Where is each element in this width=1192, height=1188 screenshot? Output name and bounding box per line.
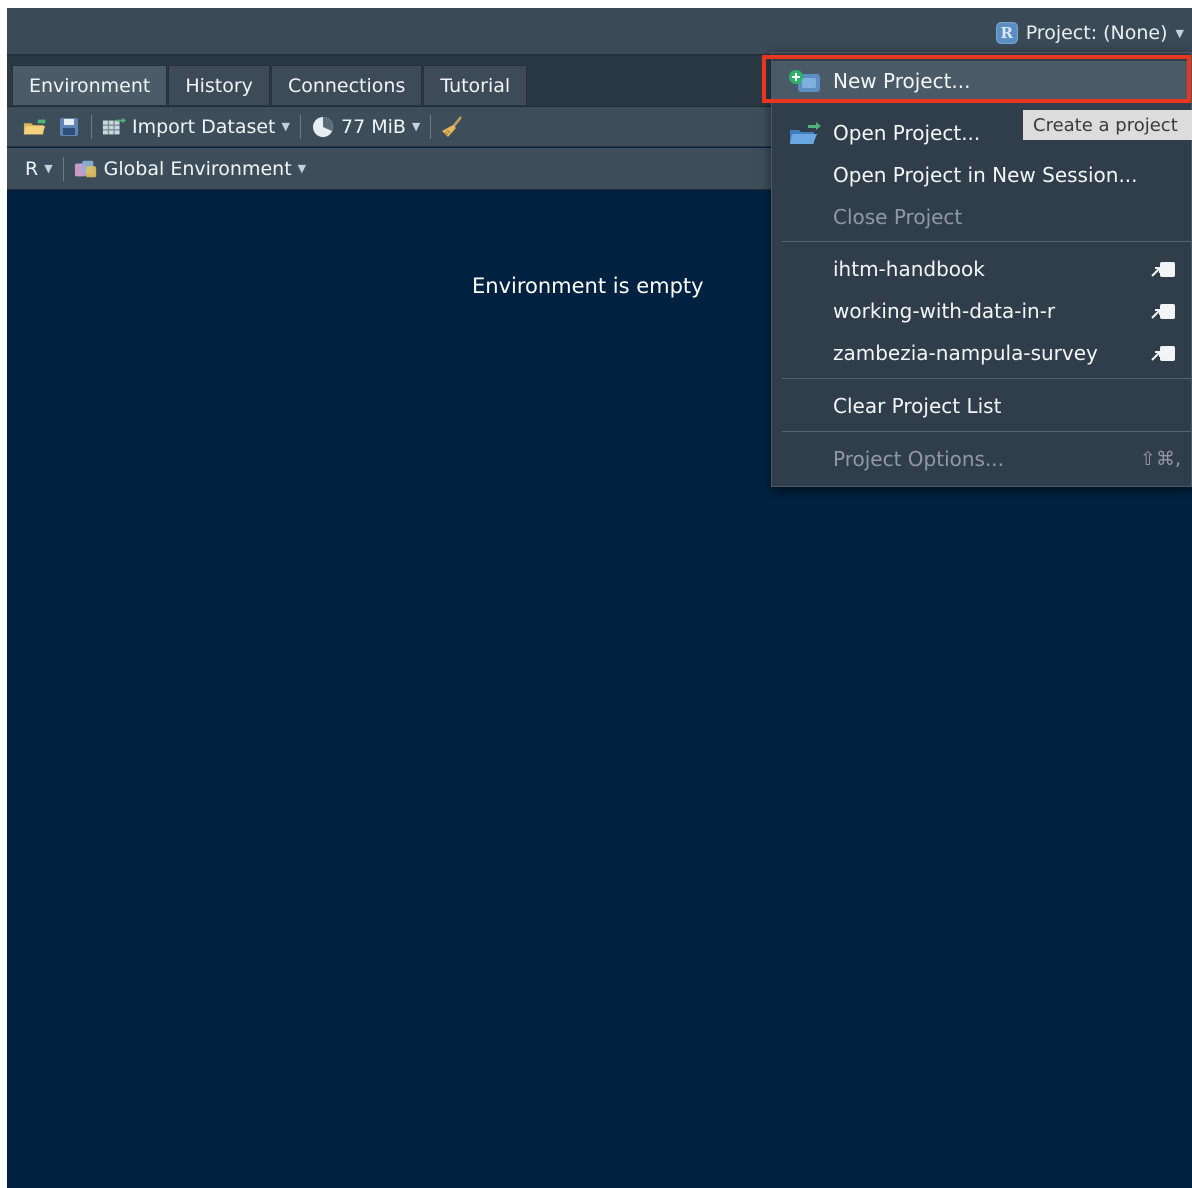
toolbar-divider	[430, 114, 432, 139]
menu-item-recent-project[interactable]: ihtm-handbook	[772, 249, 1191, 289]
tab-label: Environment	[29, 74, 151, 97]
menu-item-label: Close Project	[833, 205, 963, 229]
import-dataset-label: Import Dataset	[132, 115, 276, 138]
tab-tutorial[interactable]: Tutorial	[423, 65, 528, 105]
menu-item-project-options: Project Options... ⇧⌘,	[772, 439, 1191, 479]
menu-item-label: working-with-data-in-r	[833, 299, 1056, 323]
menu-item-label: Project Options...	[833, 447, 1005, 471]
menu-item-recent-project[interactable]: zambezia-nampula-survey	[772, 333, 1191, 373]
chevron-down-icon: ▼	[281, 120, 290, 133]
environment-selector[interactable]: Global Environment ▼	[74, 158, 306, 180]
menu-item-label: Clear Project List	[833, 394, 1002, 418]
menu-item-label: ihtm-handbook	[833, 257, 985, 281]
toolbar-divider	[91, 114, 92, 139]
project-menu-button[interactable]: R Project: (None) ▼	[995, 21, 1184, 45]
menu-divider	[782, 241, 1191, 242]
new-project-icon	[788, 70, 822, 94]
menu-item-close-project: Close Project	[772, 197, 1191, 237]
chevron-down-icon: ▼	[297, 162, 307, 175]
chevron-down-icon: ▼	[411, 120, 421, 133]
memory-usage-button[interactable]: 77 MiB ▼	[311, 116, 420, 138]
global-environment-icon	[74, 158, 98, 180]
menu-item-label: Open Project in New Session...	[833, 163, 1138, 187]
tab-connections[interactable]: Connections	[270, 65, 423, 105]
open-in-new-window-icon[interactable]	[1151, 343, 1177, 363]
open-project-icon	[788, 122, 822, 146]
menu-item-new-project[interactable]: New Project...	[772, 61, 1191, 101]
menu-item-label: Open Project...	[833, 121, 981, 145]
menu-item-clear-project-list[interactable]: Clear Project List	[772, 386, 1191, 426]
menu-divider	[782, 378, 1191, 379]
project-toolbar: R Project: (None) ▼	[7, 8, 1192, 56]
tab-label: Tutorial	[440, 74, 511, 97]
r-project-icon: R	[995, 22, 1018, 44]
open-in-new-window-icon[interactable]	[1151, 301, 1177, 321]
language-label: R	[25, 157, 39, 180]
save-icon[interactable]	[57, 116, 81, 138]
broom-icon[interactable]	[441, 115, 465, 138]
keyboard-shortcut: ⇧⌘,	[1140, 448, 1181, 470]
tab-history[interactable]: History	[168, 65, 270, 105]
open-in-new-window-icon[interactable]	[1151, 259, 1177, 279]
menu-item-open-in-new-session[interactable]: Open Project in New Session...	[772, 155, 1191, 195]
menu-divider	[782, 431, 1191, 432]
project-menu-label: Project: (None)	[1025, 22, 1168, 44]
environment-empty-message: Environment is empty	[472, 274, 704, 298]
menu-item-label: New Project...	[833, 69, 971, 93]
chevron-down-icon: ▼	[44, 162, 53, 175]
import-dataset-button[interactable]: Import Dataset ▼	[102, 116, 290, 138]
environment-label: Global Environment	[103, 157, 292, 180]
table-import-icon	[102, 116, 126, 138]
chevron-down-icon: ▼	[1175, 26, 1184, 40]
tooltip: Create a project	[1023, 110, 1192, 140]
toolbar-divider	[299, 114, 301, 139]
menu-item-label: zambezia-nampula-survey	[833, 341, 1098, 365]
load-workspace-icon[interactable]	[23, 116, 47, 138]
tab-label: Connections	[287, 74, 406, 97]
pie-chart-icon	[311, 116, 335, 138]
menu-item-recent-project[interactable]: working-with-data-in-r	[772, 291, 1191, 331]
toolbar-divider	[62, 156, 64, 181]
tab-environment[interactable]: Environment	[12, 65, 168, 105]
language-selector[interactable]: R ▼	[25, 158, 53, 180]
tab-label: History	[185, 74, 253, 97]
memory-usage-label: 77 MiB	[340, 115, 406, 138]
